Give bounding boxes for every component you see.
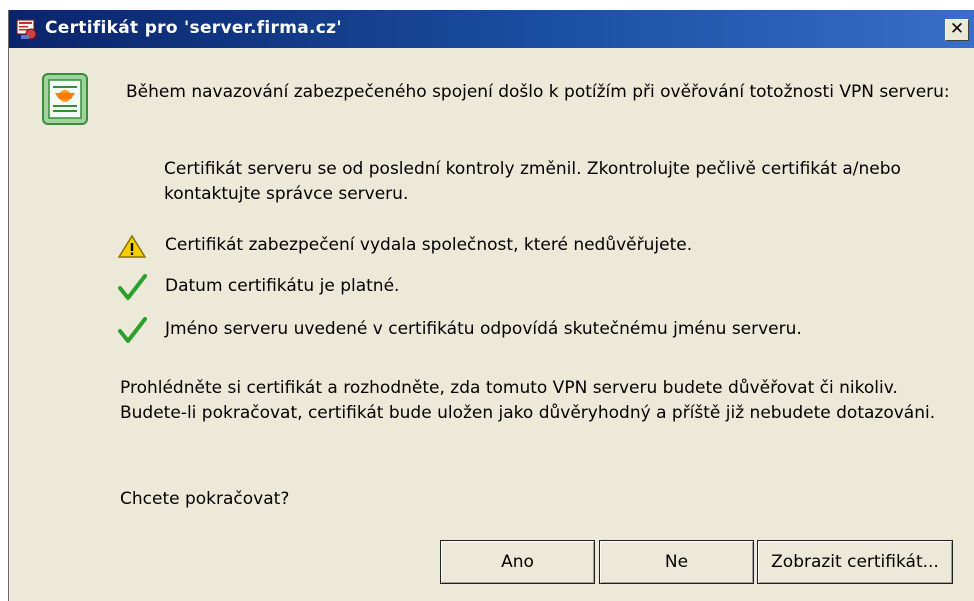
review-text: Prohlédněte si certifikát a rozhodněte, … [120, 378, 936, 423]
detail-text: Certifikát serveru se od poslední kontro… [164, 159, 901, 204]
show-certificate-button[interactable]: Zobrazit certifikát... [757, 540, 953, 584]
check-item-label: Jméno serveru uvedené v certifikátu odpo… [165, 319, 802, 339]
certificate-dialog: Certifikát pro 'server.firma.cz' ✕ Během… [8, 10, 974, 601]
certificate-icon [42, 73, 88, 125]
intro-text: Během navazování zabezpečeného spojení d… [126, 82, 950, 102]
close-button[interactable]: ✕ [945, 19, 969, 41]
warning-icon [117, 234, 147, 258]
no-button[interactable]: Ne [599, 540, 754, 584]
question-text: Chcete pokračovat? [120, 489, 290, 509]
checkmark-icon [118, 317, 147, 343]
check-item-label: Datum certifikátu je platné. [165, 276, 400, 296]
certificate-window-icon [16, 19, 37, 40]
window-title: Certifikát pro 'server.firma.cz' [45, 18, 342, 38]
yes-button[interactable]: Ano [440, 540, 595, 584]
title-bar[interactable]: Certifikát pro 'server.firma.cz' ✕ [9, 10, 974, 48]
check-item-label: Certifikát zabezpečení vydala společnost… [165, 235, 693, 255]
checkmark-icon [118, 274, 147, 300]
